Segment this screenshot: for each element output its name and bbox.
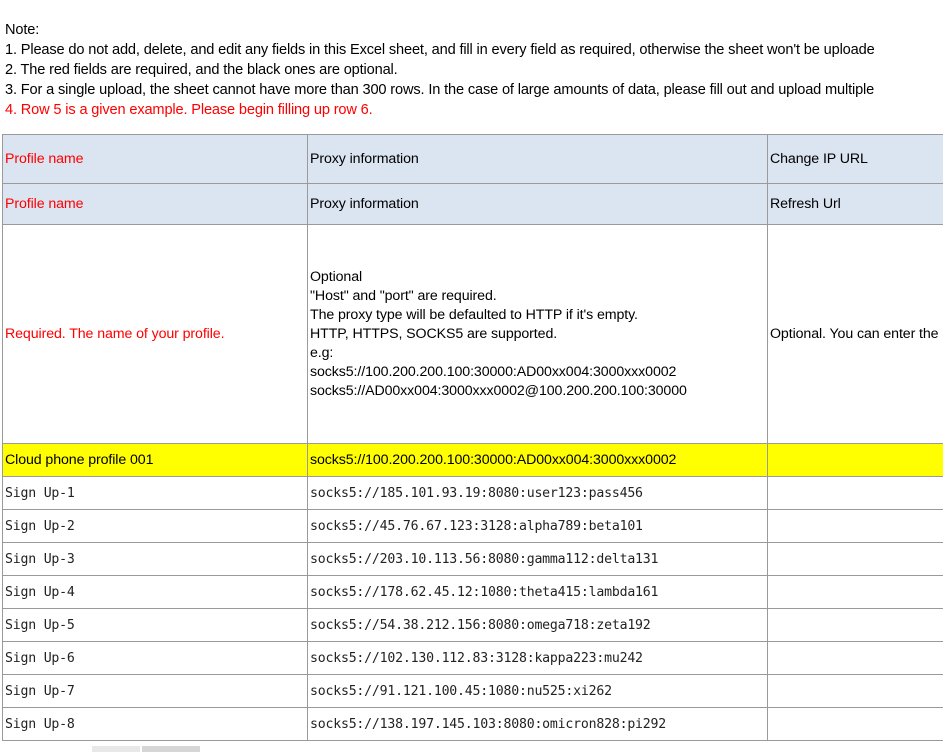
- cell-profile-name[interactable]: Sign Up-3: [2, 542, 308, 576]
- note-line-2[interactable]: 2. The red fields are required, and the …: [5, 60, 943, 80]
- desc-line: e.g:: [310, 344, 334, 361]
- cell-profile-name[interactable]: Sign Up-8: [2, 707, 308, 741]
- header-row-2: Profile name Proxy information Refresh U…: [2, 183, 943, 225]
- horizontal-scrollbar-thumb[interactable]: [142, 746, 200, 752]
- cell-proxy[interactable]: socks5://203.10.113.56:8080:gamma112:del…: [307, 542, 768, 576]
- cell-url[interactable]: [767, 641, 943, 675]
- cell-url[interactable]: [767, 674, 943, 708]
- cell-url[interactable]: [767, 509, 943, 543]
- sheet-bottom-edge: [0, 743, 943, 752]
- cell-proxy[interactable]: socks5://54.38.212.156:8080:omega718:zet…: [307, 608, 768, 642]
- description-row: Required. The name of your profile. Opti…: [2, 224, 943, 444]
- cell-proxy[interactable]: socks5://185.101.93.19:8080:user123:pass…: [307, 476, 768, 510]
- proxy-description-text: Optional "Host" and "port" are required.…: [310, 268, 765, 401]
- desc-line: socks5://100.200.200.100:30000:AD00xx004…: [310, 363, 677, 380]
- notes-block: Note: 1. Please do not add, delete, and …: [5, 20, 943, 120]
- table-row: Sign Up-3 socks5://203.10.113.56:8080:ga…: [2, 542, 943, 576]
- table-row: Sign Up-8 socks5://138.197.145.103:8080:…: [2, 707, 943, 741]
- cell-profile-name[interactable]: Sign Up-2: [2, 509, 308, 543]
- cell-header1-proxy-information[interactable]: Proxy information: [307, 134, 768, 184]
- spreadsheet-sheet: Note: 1. Please do not add, delete, and …: [0, 0, 943, 752]
- example-row: Cloud phone profile 001 socks5://100.200…: [2, 443, 943, 477]
- cell-url[interactable]: [767, 707, 943, 741]
- cell-proxy[interactable]: socks5://45.76.67.123:3128:alpha789:beta…: [307, 509, 768, 543]
- cell-profile-name[interactable]: Sign Up-1: [2, 476, 308, 510]
- cell-url[interactable]: [767, 476, 943, 510]
- desc-line: socks5://AD00xx004:3000xxx0002@100.200.2…: [310, 382, 687, 399]
- cell-header2-proxy-information[interactable]: Proxy information: [307, 183, 768, 225]
- desc-line: HTTP, HTTPS, SOCKS5 are supported.: [310, 325, 558, 342]
- table-row: Sign Up-7 socks5://91.121.100.45:1080:nu…: [2, 674, 943, 708]
- cell-header2-profile-name[interactable]: Profile name: [2, 183, 308, 225]
- cell-desc-proxy-information[interactable]: Optional "Host" and "port" are required.…: [307, 224, 768, 444]
- cell-example-profile-name[interactable]: Cloud phone profile 001: [2, 443, 308, 477]
- table-row: Sign Up-2 socks5://45.76.67.123:3128:alp…: [2, 509, 943, 543]
- desc-line: Optional: [310, 268, 363, 285]
- cell-proxy[interactable]: socks5://102.130.112.83:3128:kappa223:mu…: [307, 641, 768, 675]
- cell-proxy[interactable]: socks5://178.62.45.12:1080:theta415:lamb…: [307, 575, 768, 609]
- cell-profile-name[interactable]: Sign Up-4: [2, 575, 308, 609]
- cell-profile-name[interactable]: Sign Up-7: [2, 674, 308, 708]
- cell-url[interactable]: [767, 575, 943, 609]
- notes-heading[interactable]: Note:: [5, 20, 943, 40]
- note-line-4[interactable]: 4. Row 5 is a given example. Please begi…: [5, 100, 943, 120]
- table-row: Sign Up-1 socks5://185.101.93.19:8080:us…: [2, 476, 943, 510]
- cell-desc-change-ip-url[interactable]: Optional. You can enter the: [767, 224, 943, 444]
- cell-profile-name[interactable]: Sign Up-6: [2, 641, 308, 675]
- cell-header1-profile-name[interactable]: Profile name: [2, 134, 308, 184]
- cell-url[interactable]: [767, 542, 943, 576]
- cell-proxy[interactable]: socks5://138.197.145.103:8080:omicron828…: [307, 707, 768, 741]
- header-row-1: Profile name Proxy information Change IP…: [2, 134, 943, 184]
- cell-proxy[interactable]: socks5://91.121.100.45:1080:nu525:xi262: [307, 674, 768, 708]
- table-row: Sign Up-6 socks5://102.130.112.83:3128:k…: [2, 641, 943, 675]
- table-row: Sign Up-5 socks5://54.38.212.156:8080:om…: [2, 608, 943, 642]
- cell-url[interactable]: [767, 608, 943, 642]
- cell-example-proxy[interactable]: socks5://100.200.200.100:30000:AD00xx004…: [307, 443, 768, 477]
- cell-profile-name[interactable]: Sign Up-5: [2, 608, 308, 642]
- cell-desc-profile-name[interactable]: Required. The name of your profile.: [2, 224, 308, 444]
- data-grid: Profile name Proxy information Change IP…: [2, 134, 943, 741]
- cell-header2-refresh-url[interactable]: Refresh Url: [767, 183, 943, 225]
- desc-line: "Host" and "port" are required.: [310, 287, 497, 304]
- horizontal-scrollbar-track[interactable]: [92, 746, 140, 752]
- note-line-1[interactable]: 1. Please do not add, delete, and edit a…: [5, 40, 943, 60]
- note-line-3[interactable]: 3. For a single upload, the sheet cannot…: [5, 80, 943, 100]
- cell-header1-change-ip-url[interactable]: Change IP URL: [767, 134, 943, 184]
- cell-example-url[interactable]: [767, 443, 943, 477]
- desc-line: The proxy type will be defaulted to HTTP…: [310, 306, 638, 323]
- table-row: Sign Up-4 socks5://178.62.45.12:1080:the…: [2, 575, 943, 609]
